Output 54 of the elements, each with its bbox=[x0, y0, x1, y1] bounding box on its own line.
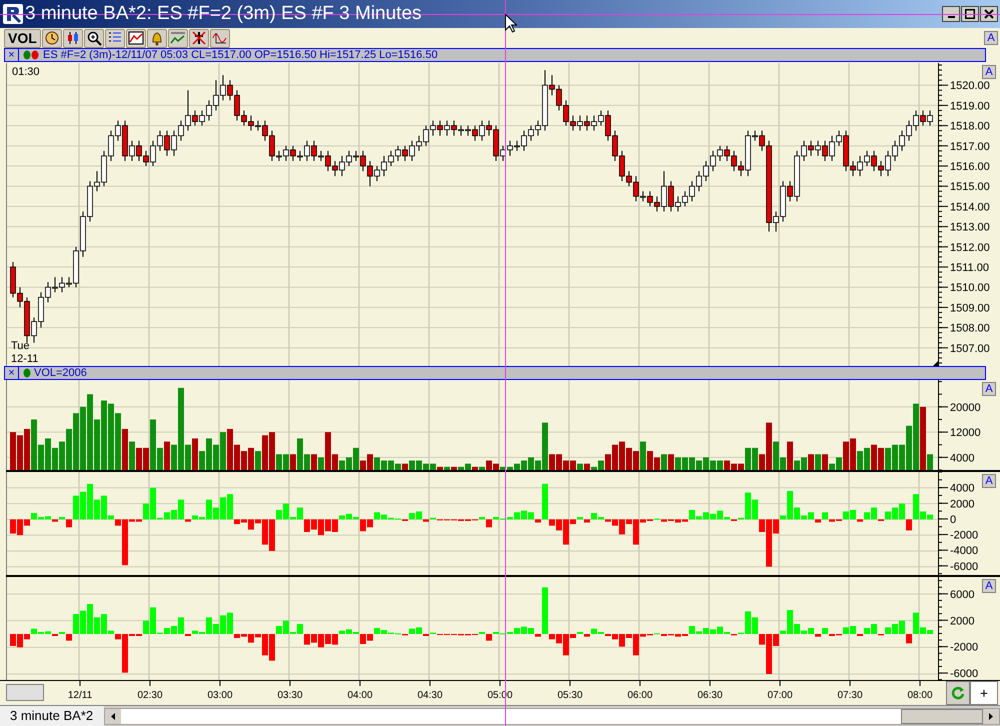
autoscale-button[interactable]: A bbox=[982, 65, 996, 79]
close-pane-button[interactable]: × bbox=[5, 367, 19, 379]
time-label: 07:30 bbox=[837, 690, 863, 701]
time-label: 06:30 bbox=[697, 690, 723, 701]
axis-tick-label: 1518.00 bbox=[950, 120, 990, 133]
axis-tick-label: 1514.00 bbox=[950, 201, 990, 214]
axis-tick-label: 1515.00 bbox=[950, 181, 990, 194]
axis-tick-label: 12000 bbox=[950, 427, 981, 440]
time-label: 05:30 bbox=[557, 690, 583, 701]
time-label: 04:30 bbox=[417, 690, 443, 701]
axis-tick-label: 0 bbox=[950, 514, 956, 526]
axis-tick-label: 1510.00 bbox=[950, 282, 990, 294]
autoscale-button[interactable]: A bbox=[984, 31, 998, 45]
axis-tick-label: 1519.00 bbox=[950, 100, 990, 112]
axis-tick-label: 20000 bbox=[950, 402, 981, 414]
axis-tick-label: -6000 bbox=[950, 560, 978, 573]
volume-button[interactable]: VOL bbox=[4, 28, 41, 48]
axis-tick-label: 1509.00 bbox=[950, 302, 990, 314]
axis-tick-label: 4000 bbox=[950, 482, 974, 495]
axis-tick-label: 1520.00 bbox=[950, 80, 990, 92]
axis-tick-label: 6000 bbox=[950, 588, 974, 601]
axis-tick-label: -2000 bbox=[950, 530, 978, 542]
time-label: 03:00 bbox=[207, 690, 233, 701]
autoscale-button[interactable]: A bbox=[982, 474, 996, 488]
axis-tick-label: 1516.00 bbox=[950, 161, 990, 174]
close-pane-button[interactable]: × bbox=[5, 49, 19, 61]
axis-tick-label: 1508.00 bbox=[950, 322, 990, 335]
time-label: 06:00 bbox=[627, 690, 653, 701]
axis-tick-label: 1512.00 bbox=[950, 242, 990, 254]
time-label: 03:30 bbox=[277, 690, 303, 701]
autoscale-button[interactable]: A bbox=[982, 382, 996, 396]
axis-tick-label: 1507.00 bbox=[950, 342, 990, 355]
time-label: 07:00 bbox=[767, 690, 793, 701]
axis-tick-label: 2000 bbox=[950, 615, 974, 628]
axis-tick-label: 2000 bbox=[950, 498, 974, 510]
sheet-tab[interactable]: 3 minute BA*2 bbox=[0, 706, 104, 726]
day-label: Tue bbox=[11, 340, 30, 352]
axis-tick-label: 1511.00 bbox=[950, 262, 989, 274]
time-label: 12/11 bbox=[68, 690, 92, 701]
time-label: 08:00 bbox=[907, 690, 933, 701]
time-label: 01:30 bbox=[12, 66, 40, 78]
add-button[interactable]: + bbox=[970, 681, 998, 705]
autoscale-button[interactable]: A bbox=[982, 579, 996, 593]
axis-tick-label: 1513.00 bbox=[950, 222, 990, 234]
pane-legend: ES #F=2 (3m)-12/11/07 05:03 CL=1517.00 OP=1516.50 Hi=1517.25 Lo=1516.50 bbox=[43, 49, 438, 61]
time-label: 02:30 bbox=[137, 690, 163, 701]
axis-tick-label: 1517.00 bbox=[950, 140, 990, 153]
pane-legend: VOL=2006 bbox=[34, 367, 87, 379]
axis-tick-label: -6000 bbox=[950, 668, 978, 680]
date-label: 12-11 bbox=[11, 353, 38, 365]
axis-tick-label: -4000 bbox=[950, 545, 978, 558]
time-label: 04:00 bbox=[347, 690, 373, 701]
axis-tick-label: 4000 bbox=[950, 452, 974, 464]
axis-tick-label: -2000 bbox=[950, 642, 978, 654]
